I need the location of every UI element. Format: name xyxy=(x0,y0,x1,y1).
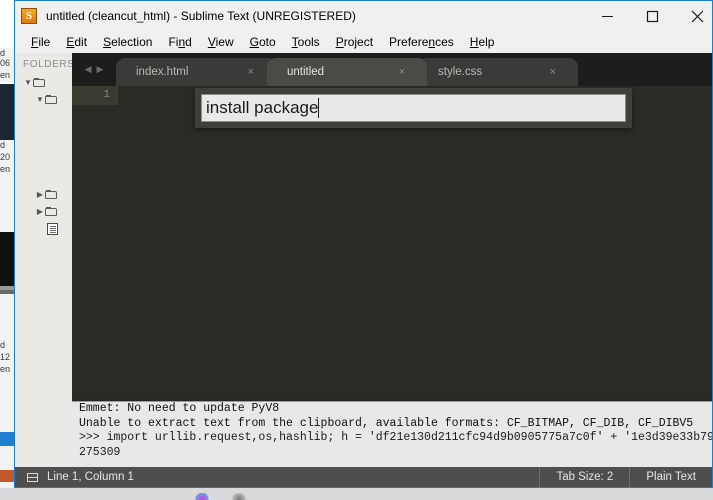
folders-sidebar[interactable]: FOLDERS ▼ ▼ ▶ ▶ xyxy=(15,53,72,488)
title-bar[interactable]: S untitled (cleancut_html) - Sublime Tex… xyxy=(15,1,712,31)
tab-style-css[interactable]: style.css × xyxy=(418,58,578,86)
tab-close-icon[interactable]: × xyxy=(399,67,405,78)
menu-item-tools[interactable]: Tools xyxy=(284,33,328,51)
taskbar-icon-2[interactable] xyxy=(232,493,246,500)
cursor-position: Line 1, Column 1 xyxy=(47,471,134,483)
minimize-icon[interactable] xyxy=(585,1,630,31)
console-line: Unable to extract text from the clipboar… xyxy=(72,417,712,432)
menu-item-project[interactable]: Project xyxy=(328,33,381,51)
tab-label: index.html xyxy=(136,66,188,78)
console-output[interactable]: Emmet: No need to update PyV8 Unable to … xyxy=(72,401,712,474)
folder-open-icon xyxy=(33,78,46,88)
window-controls xyxy=(585,1,713,31)
command-palette-input[interactable]: install package xyxy=(201,94,626,122)
menu-item-preferences[interactable]: Preferences xyxy=(381,33,462,51)
folder-icon xyxy=(45,207,58,217)
status-bar-right: Tab Size: 2 Plain Text xyxy=(539,467,712,487)
menu-bar: FFileile Edit Selection Find View Goto T… xyxy=(15,31,712,53)
menu-item-view[interactable]: View xyxy=(200,33,242,51)
sidebar-title: FOLDERS xyxy=(15,53,72,74)
file-icon xyxy=(47,223,58,235)
tab-index-html[interactable]: index.html × xyxy=(116,58,276,86)
tab-prev-icon[interactable]: ◀ xyxy=(85,64,92,75)
tree-item-folder[interactable]: ▼ xyxy=(15,74,72,91)
tab-label: untitled xyxy=(287,66,324,78)
tab-size-setting[interactable]: Tab Size: 2 xyxy=(539,467,629,487)
command-palette-value: install package xyxy=(206,98,318,118)
menu-item-goto[interactable]: Goto xyxy=(242,33,284,51)
text-caret xyxy=(318,98,319,118)
tab-navigation: ◀ ▶ xyxy=(72,53,116,86)
folder-icon xyxy=(45,190,58,200)
menu-item-selection[interactable]: Selection xyxy=(95,33,160,51)
command-palette: install package xyxy=(195,88,632,128)
menu-item-edit[interactable]: Edit xyxy=(58,33,95,51)
menu-item-find[interactable]: Find xyxy=(160,33,199,51)
editor-column: ◀ ▶ index.html × untitled × style.css × xyxy=(72,53,712,488)
chevron-right-icon[interactable]: ▶ xyxy=(35,190,45,199)
menu-item-file[interactable]: FFileile xyxy=(23,33,58,51)
tree-item-folder[interactable]: ▶ xyxy=(15,203,72,220)
tab-next-icon[interactable]: ▶ xyxy=(97,64,104,75)
taskbar[interactable] xyxy=(0,488,713,500)
chevron-right-icon[interactable]: ▶ xyxy=(35,207,45,216)
folder-open-icon xyxy=(45,95,58,105)
console-line: >>> import urllib.request,os,hashlib; h … xyxy=(72,431,712,446)
tab-close-icon[interactable]: × xyxy=(248,67,254,78)
tree-item-folder[interactable]: ▶ xyxy=(15,186,72,203)
tab-untitled[interactable]: untitled × xyxy=(267,58,427,86)
chevron-down-icon[interactable]: ▼ xyxy=(23,78,33,87)
sidebar-toggle-icon[interactable] xyxy=(27,473,38,482)
menu-item-help[interactable]: Help xyxy=(462,33,503,51)
window-title: untitled (cleancut_html) - Sublime Text … xyxy=(46,9,356,23)
sublime-text-app-icon: S xyxy=(21,8,37,24)
chevron-down-icon[interactable]: ▼ xyxy=(35,95,45,104)
maximize-icon[interactable] xyxy=(630,1,675,31)
gutter-line-number: 1 xyxy=(72,86,118,105)
syntax-setting[interactable]: Plain Text xyxy=(629,467,712,487)
tree-item-file[interactable] xyxy=(15,220,72,237)
taskbar-icon-1[interactable] xyxy=(195,493,209,500)
status-bar: Line 1, Column 1 Tab Size: 2 Plain Text xyxy=(15,467,712,487)
console-line: Emmet: No need to update PyV8 xyxy=(72,402,712,417)
console-line: 275309 xyxy=(72,446,712,461)
workspace: FOLDERS ▼ ▼ ▶ ▶ xyxy=(15,53,712,488)
tab-label: style.css xyxy=(438,66,482,78)
tree-item-folder[interactable]: ▼ xyxy=(15,91,72,108)
tab-close-icon[interactable]: × xyxy=(550,67,556,78)
sublime-text-window: S untitled (cleancut_html) - Sublime Tex… xyxy=(14,0,713,488)
tab-bar: ◀ ▶ index.html × untitled × style.css × xyxy=(72,53,712,86)
close-icon[interactable] xyxy=(675,1,713,31)
